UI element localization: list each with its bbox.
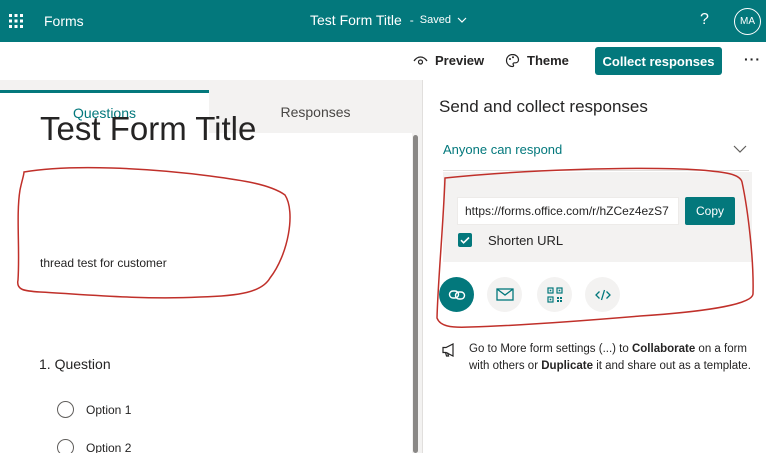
radio-circle-icon xyxy=(57,439,74,453)
chevron-down-icon xyxy=(733,145,747,153)
waffle-icon[interactable] xyxy=(8,13,24,29)
option-radio[interactable]: Option 1 xyxy=(57,401,131,418)
toolbar: Preview Theme Collect responses ··· xyxy=(0,42,766,80)
audience-dropdown[interactable]: Anyone can respond xyxy=(443,142,749,160)
preview-button[interactable]: Preview xyxy=(413,53,484,68)
share-embed-button[interactable] xyxy=(585,277,620,312)
shorten-url-label: Shorten URL xyxy=(488,233,564,248)
collaborate-tip: Go to More form settings (...) to Collab… xyxy=(469,341,751,375)
theme-label: Theme xyxy=(527,53,569,68)
embed-icon xyxy=(594,289,611,300)
question-title[interactable]: 1. Question xyxy=(39,356,111,372)
radio-circle-icon xyxy=(57,401,74,418)
theme-button[interactable]: Theme xyxy=(505,53,569,68)
app-name[interactable]: Forms xyxy=(44,13,84,29)
qr-code-icon xyxy=(546,286,563,303)
header-form-title: Test Form Title xyxy=(310,12,402,28)
tip-duplicate: Duplicate xyxy=(541,360,593,372)
email-icon xyxy=(495,288,514,301)
chevron-down-icon xyxy=(457,17,467,23)
form-description[interactable]: thread test for customer xyxy=(40,256,167,270)
share-url-field[interactable] xyxy=(457,197,679,225)
divider xyxy=(443,170,749,171)
more-options-button[interactable]: ··· xyxy=(744,51,761,67)
share-qr-button[interactable] xyxy=(537,277,572,312)
scrollbar[interactable] xyxy=(413,135,418,453)
save-status: Saved xyxy=(419,14,451,26)
form-title[interactable]: Test Form Title xyxy=(40,110,256,148)
link-icon xyxy=(448,289,465,300)
option-radio[interactable]: Option 2 xyxy=(57,439,131,453)
tip-text: it and share out as a template. xyxy=(593,360,751,372)
avatar[interactable]: MA xyxy=(734,8,761,35)
share-panel-title: Send and collect responses xyxy=(439,97,648,116)
tip-text: Go to More form settings (...) to xyxy=(469,343,632,355)
megaphone-icon xyxy=(442,343,454,357)
help-button[interactable]: ? xyxy=(700,11,709,29)
copy-button[interactable]: Copy xyxy=(685,197,735,225)
collect-responses-button[interactable]: Collect responses xyxy=(595,47,722,75)
palette-icon xyxy=(505,53,520,68)
preview-label: Preview xyxy=(435,53,485,68)
shorten-url-checkbox[interactable] xyxy=(458,233,472,247)
share-link-button[interactable] xyxy=(439,277,474,312)
share-email-button[interactable] xyxy=(487,277,522,312)
app-header: Forms Test Form Title - Saved ? MA xyxy=(0,0,766,42)
checkmark-icon xyxy=(460,236,470,244)
form-title-menu[interactable]: Test Form Title - Saved xyxy=(310,12,467,28)
title-separator: - xyxy=(409,13,414,27)
eye-icon xyxy=(413,55,428,65)
share-panel xyxy=(422,80,766,453)
tip-collaborate: Collaborate xyxy=(631,343,696,355)
option-label: Option 2 xyxy=(86,440,132,453)
option-label: Option 1 xyxy=(86,402,132,417)
audience-value: Anyone can respond xyxy=(443,142,563,157)
